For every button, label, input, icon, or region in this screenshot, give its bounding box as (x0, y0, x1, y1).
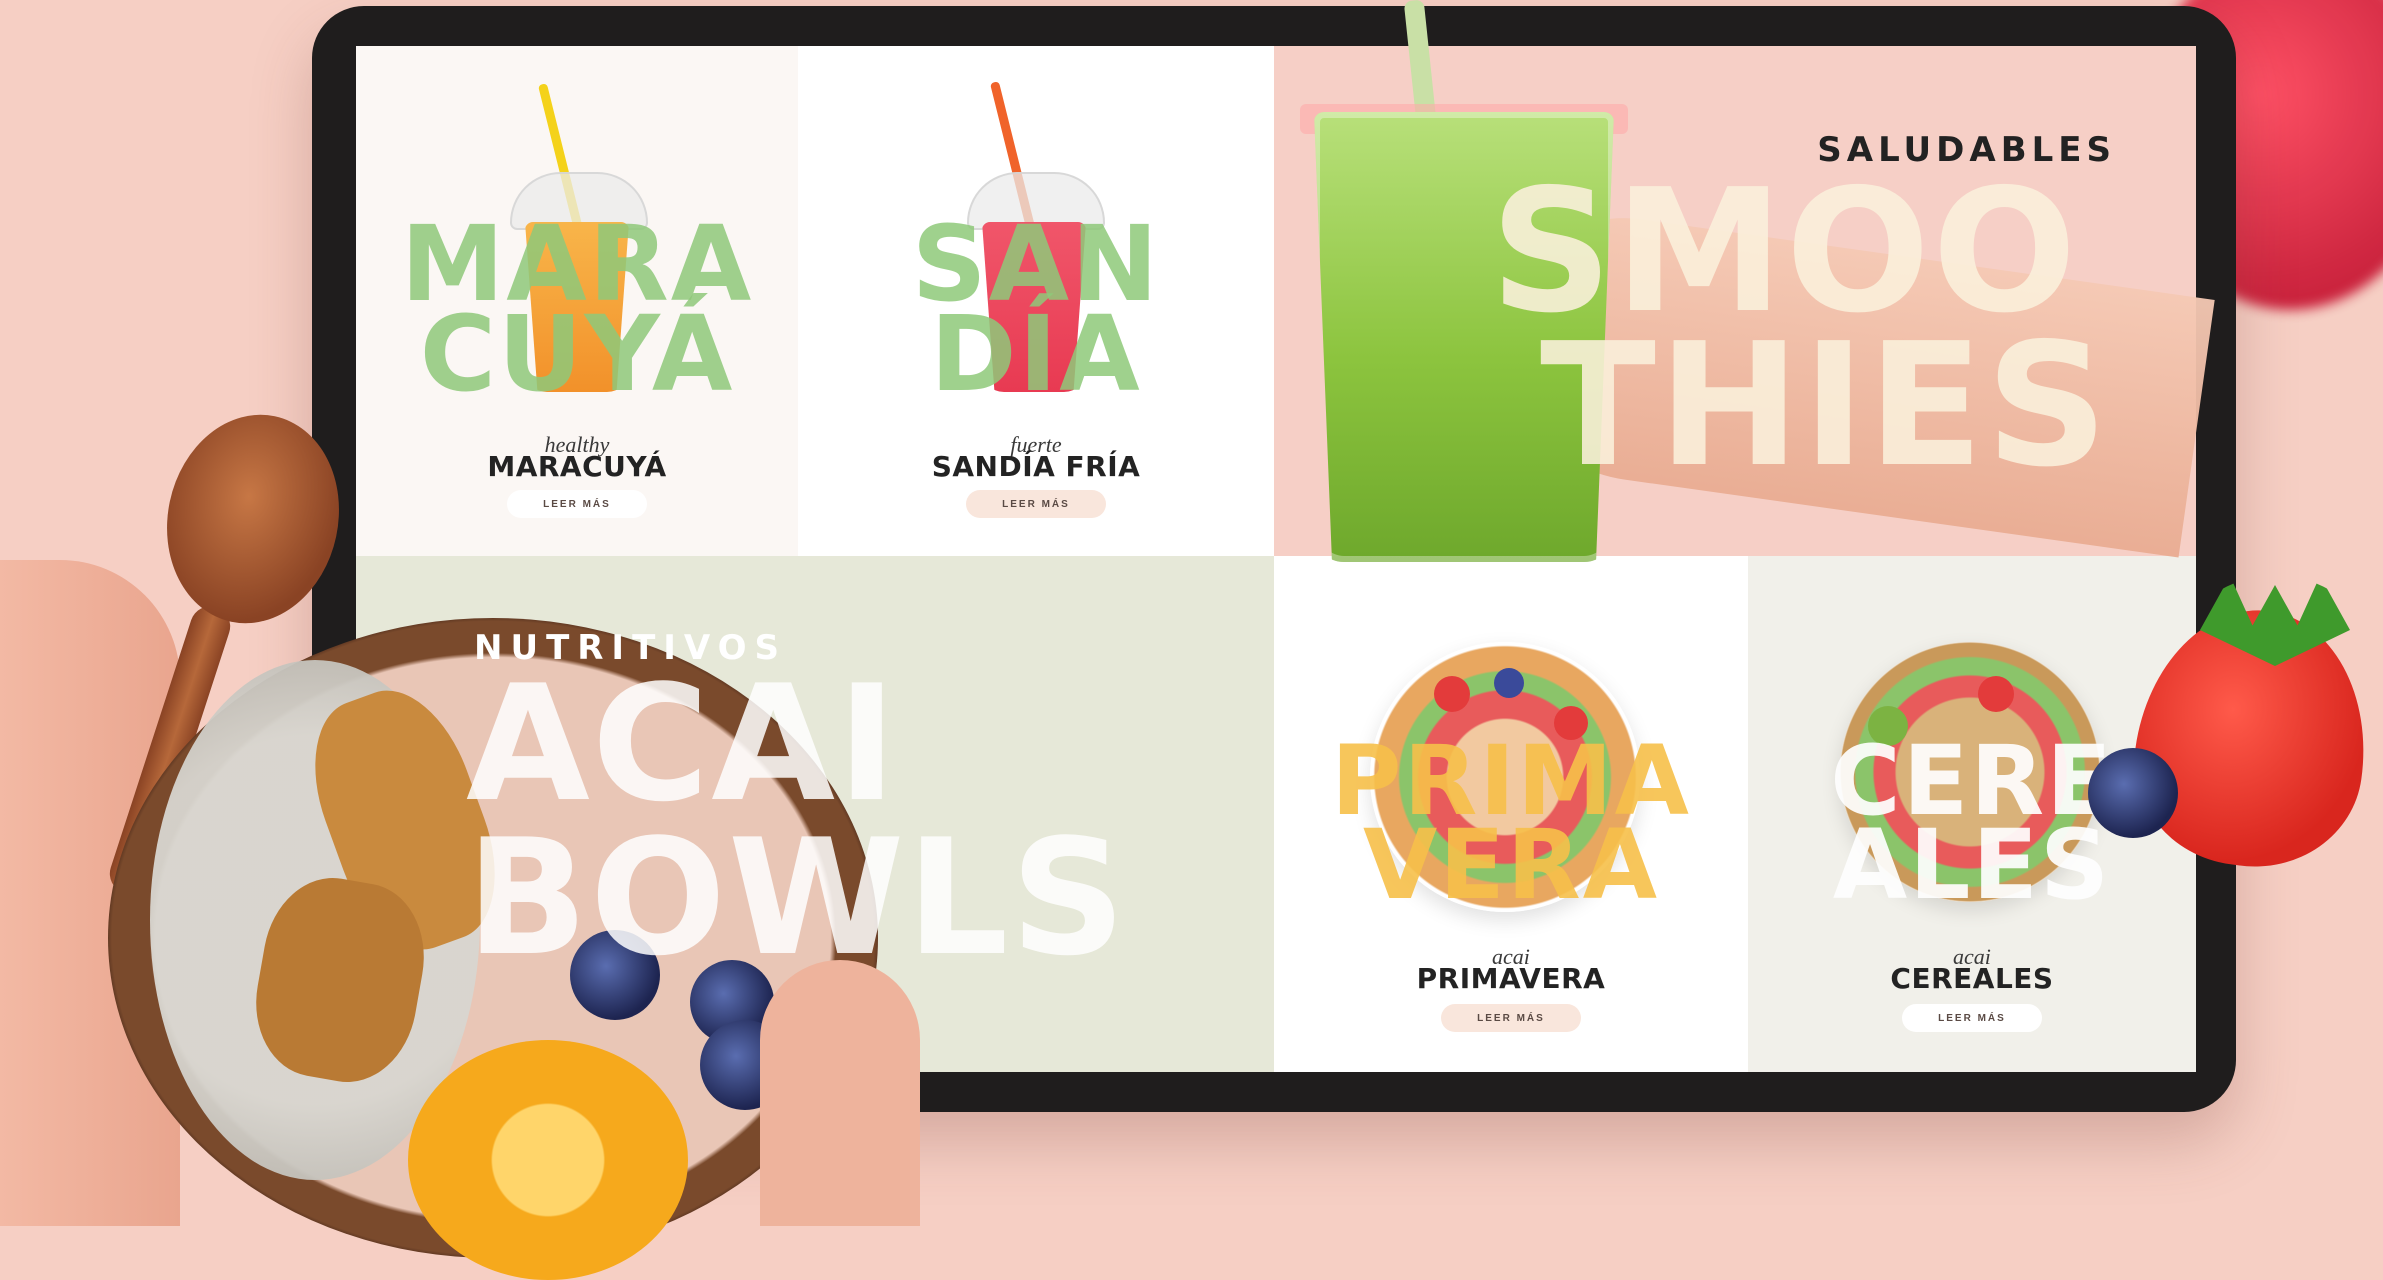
big-word-line2: DÍA (930, 293, 1142, 415)
smoothies-big-line2: THIES (1540, 307, 2111, 505)
big-word-line2: VERA (1362, 809, 1660, 921)
blueberry-image (1494, 668, 1524, 698)
strawberry-slice-image (1434, 676, 1470, 712)
leer-mas-button[interactable]: LEER MÁS (507, 490, 647, 518)
tile-primavera: PRIMA VERA acai PRIMAVERA LEER MÁS (1274, 556, 1748, 1072)
tile-maracuya: MARA CUYÁ healthy MARACUYÁ LEER MÁS (356, 46, 798, 556)
leer-mas-button[interactable]: LEER MÁS (966, 490, 1106, 518)
right-hand-photo (760, 960, 920, 1226)
product-name: CEREALES (1890, 962, 2054, 995)
leer-mas-button[interactable]: LEER MÁS (1902, 1004, 2042, 1032)
product-name: MARACUYÁ (487, 450, 667, 483)
acai-big-line2: BOWLS (466, 804, 1128, 991)
tile-sandia: SAN DÍA fuerte SANDÍA FRÍA LEER MÁS (798, 46, 1274, 556)
strawberry-slice-image (1978, 676, 2014, 712)
acai-big-line1: ACAI (466, 650, 899, 837)
big-word-line2: CUYÁ (419, 293, 735, 415)
product-name: SANDÍA FRÍA (931, 450, 1141, 483)
product-name: PRIMAVERA (1416, 962, 1606, 995)
orange-slice-image (408, 1040, 688, 1280)
leer-mas-button[interactable]: LEER MÁS (1441, 1004, 1581, 1032)
blueberry-photo (2088, 748, 2178, 838)
